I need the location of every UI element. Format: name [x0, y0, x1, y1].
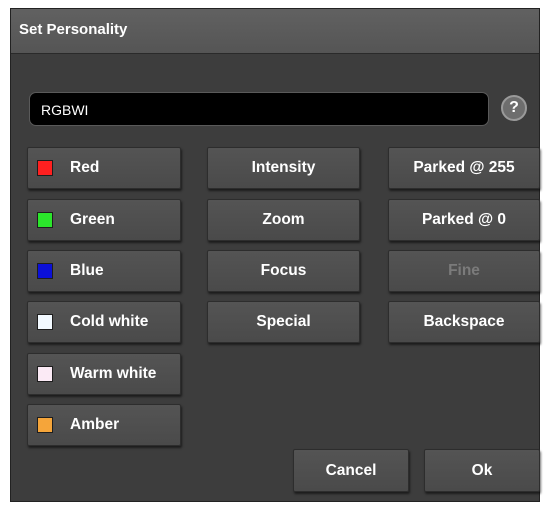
special-button[interactable]: Special — [207, 301, 360, 343]
focus-button[interactable]: Focus — [207, 250, 360, 292]
fine-button[interactable]: Fine — [388, 250, 540, 292]
ok-button[interactable]: Ok — [424, 449, 540, 492]
set-personality-dialog: Set Personality RGBWI ? Red Green Blue C… — [10, 8, 540, 502]
amber-swatch-icon — [37, 417, 53, 433]
channel-label: Amber — [70, 416, 120, 433]
dialog-title: Set Personality — [19, 21, 128, 38]
cancel-button[interactable]: Cancel — [293, 449, 409, 492]
dialog-titlebar[interactable]: Set Personality — [11, 9, 539, 54]
intensity-button[interactable]: Intensity — [207, 147, 360, 189]
warm-white-swatch-icon — [37, 366, 53, 382]
channel-blue-button[interactable]: Blue — [27, 250, 181, 292]
channel-cold-white-button[interactable]: Cold white — [27, 301, 181, 343]
blue-swatch-icon — [37, 263, 53, 279]
channel-label: Red — [70, 159, 100, 176]
channel-green-button[interactable]: Green — [27, 199, 181, 241]
parked-0-button[interactable]: Parked @ 0 — [388, 199, 540, 241]
channel-label: Blue — [70, 262, 104, 279]
channel-label: Cold white — [70, 313, 149, 330]
parked-255-button[interactable]: Parked @ 255 — [388, 147, 540, 189]
channel-label: Green — [70, 211, 115, 228]
channel-amber-button[interactable]: Amber — [27, 404, 181, 446]
zoom-button[interactable]: Zoom — [207, 199, 360, 241]
channel-label: Warm white — [70, 365, 157, 382]
personality-input[interactable]: RGBWI — [29, 92, 489, 126]
cold-white-swatch-icon — [37, 314, 53, 330]
help-icon[interactable]: ? — [501, 95, 527, 121]
channel-red-button[interactable]: Red — [27, 147, 181, 189]
green-swatch-icon — [37, 212, 53, 228]
channel-warm-white-button[interactable]: Warm white — [27, 353, 181, 395]
backspace-button[interactable]: Backspace — [388, 301, 540, 343]
red-swatch-icon — [37, 160, 53, 176]
